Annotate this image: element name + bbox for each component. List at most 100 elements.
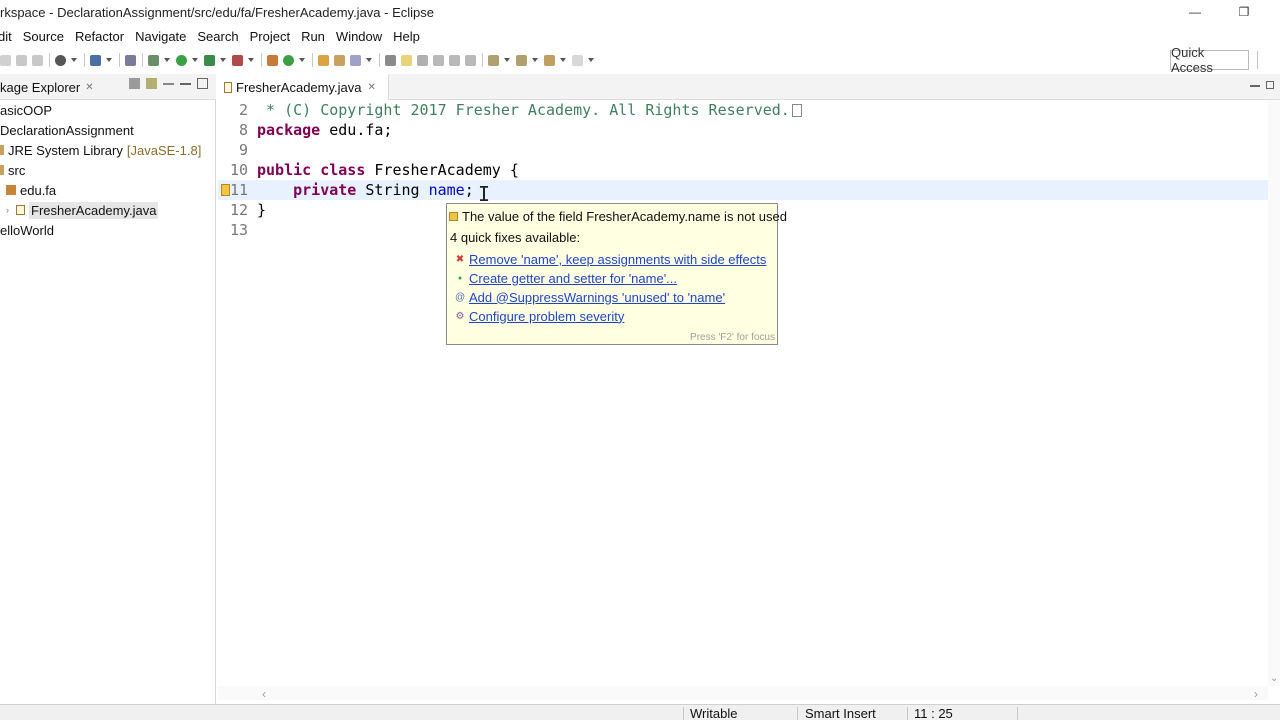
- tree-item-src[interactable]: src: [0, 160, 25, 180]
- open-task-icon[interactable]: [334, 54, 345, 66]
- code-fragment: String: [356, 181, 429, 199]
- quick-fix-link[interactable]: Create getter and setter for 'name'...: [469, 271, 677, 286]
- debug-perspective-icon[interactable]: [55, 54, 66, 66]
- chevron-down-icon[interactable]: [71, 58, 77, 62]
- menu-window[interactable]: Window: [336, 29, 382, 44]
- previous-annotation-icon[interactable]: [516, 54, 527, 66]
- new-java-project-icon[interactable]: [267, 54, 278, 66]
- quick-fix-link[interactable]: Remove 'name', keep assignments with sid…: [469, 252, 766, 267]
- maximize-view-icon[interactable]: [197, 78, 208, 89]
- maximize-icon[interactable]: [1266, 81, 1274, 89]
- link-with-editor-icon[interactable]: [146, 78, 157, 89]
- package-explorer-tab[interactable]: kage Explorer ✕: [0, 74, 94, 100]
- package-explorer-tabbar: kage Explorer ✕: [0, 74, 216, 100]
- tree-item-package[interactable]: edu.fa: [6, 180, 56, 200]
- quick-fix-suppress[interactable]: @ Add @SuppressWarnings 'unused' to 'nam…: [455, 288, 725, 306]
- scroll-right-icon[interactable]: ›: [1254, 687, 1258, 701]
- save-icon[interactable]: [16, 54, 27, 66]
- toolbar-separator: [49, 53, 50, 67]
- run-icon[interactable]: [176, 54, 187, 66]
- menu-run[interactable]: Run: [301, 29, 325, 44]
- chevron-down-icon[interactable]: [504, 58, 510, 62]
- coverage-icon[interactable]: [204, 54, 215, 66]
- tree-item-label: src: [8, 162, 26, 178]
- new-class-icon[interactable]: [283, 54, 294, 66]
- scroll-left-icon[interactable]: ‹: [262, 687, 266, 701]
- close-icon[interactable]: ✕: [367, 82, 375, 93]
- vertical-scrollbar[interactable]: ⌄: [1268, 100, 1280, 686]
- scroll-down-icon[interactable]: ⌄: [1270, 673, 1278, 684]
- title-bar: rkspace - DeclarationAssignment/src/edu/…: [0, 0, 1280, 26]
- terminal-icon[interactable]: [90, 54, 101, 66]
- chevron-down-icon[interactable]: [532, 58, 538, 62]
- close-icon[interactable]: ✕: [85, 82, 93, 93]
- minimize-icon[interactable]: [1250, 85, 1260, 87]
- method-icon: ●: [457, 274, 463, 282]
- mark-occurrences-icon[interactable]: [401, 54, 412, 66]
- minimize-button[interactable]: —: [1180, 2, 1210, 22]
- tree-item-java-file[interactable]: › FresherAcademy.java: [6, 200, 159, 220]
- menu-project[interactable]: Project: [250, 29, 290, 44]
- chevron-down-icon[interactable]: [299, 58, 305, 62]
- format-icon[interactable]: [465, 54, 476, 66]
- status-separator: [683, 707, 684, 720]
- warning-icon: [449, 211, 458, 221]
- chevron-down-icon[interactable]: [366, 58, 372, 62]
- quick-access-field[interactable]: Quick Access: [1170, 45, 1249, 75]
- forward-icon[interactable]: [572, 54, 583, 66]
- code-editor[interactable]: 2 * (C) Copyright 2017 Fresher Academy. …: [218, 100, 1268, 686]
- external-tools-icon[interactable]: [232, 54, 243, 66]
- tree-item-basicoop[interactable]: asicOOP: [0, 100, 52, 120]
- quick-fix-link[interactable]: Configure problem severity: [469, 309, 624, 324]
- quick-fix-remove[interactable]: ✖ Remove 'name', keep assignments with s…: [455, 250, 767, 268]
- expand-chevron-icon[interactable]: ›: [6, 205, 16, 215]
- code-text: * (C) Copyright 2017 Fresher Academy. Al…: [257, 101, 802, 119]
- line-number: 12: [229, 201, 248, 219]
- editor-tab-fresheracademy[interactable]: FresherAcademy.java ✕: [218, 74, 389, 100]
- restore-button[interactable]: ❐: [1229, 2, 1259, 22]
- view-menu-icon[interactable]: [163, 82, 174, 85]
- tree-item-jre-library[interactable]: JRE System Library [JavaSE-1.8]: [0, 140, 201, 160]
- tree-item-declarationassignment[interactable]: DeclarationAssignment: [0, 120, 134, 140]
- tree-item-helloworld[interactable]: elloWorld: [0, 220, 54, 240]
- save-all-icon[interactable]: [32, 54, 43, 66]
- collapse-all-icon[interactable]: [129, 78, 140, 89]
- search-icon[interactable]: [350, 54, 361, 66]
- word-wrap-icon[interactable]: [449, 54, 460, 66]
- chevron-down-icon[interactable]: [588, 58, 594, 62]
- chevron-down-icon[interactable]: [192, 58, 198, 62]
- java-file-icon: [16, 205, 25, 215]
- menu-help[interactable]: Help: [393, 29, 420, 44]
- menu-refactor[interactable]: Refactor: [75, 29, 124, 44]
- quick-fix-getter-setter[interactable]: ● Create getter and setter for 'name'...: [455, 269, 677, 287]
- tree-item-label: edu.fa: [20, 182, 57, 198]
- menu-source[interactable]: Source: [23, 29, 64, 44]
- chevron-down-icon[interactable]: [106, 58, 112, 62]
- minimize-view-icon[interactable]: [180, 82, 191, 85]
- horizontal-scrollbar[interactable]: ‹ ›: [218, 686, 1268, 701]
- chevron-down-icon[interactable]: [560, 58, 566, 62]
- menu-search[interactable]: Search: [197, 29, 238, 44]
- line-number: 10: [229, 161, 248, 179]
- menu-edit[interactable]: dit: [0, 29, 12, 44]
- skip-breakpoints-icon[interactable]: [125, 54, 136, 66]
- remove-icon: ✖: [455, 253, 465, 265]
- quick-fix-configure[interactable]: ⚙ Configure problem severity: [455, 307, 625, 325]
- open-type-icon[interactable]: [318, 54, 329, 66]
- editor-tabbar: FresherAcademy.java ✕: [218, 74, 1280, 100]
- next-annotation-icon[interactable]: [488, 54, 499, 66]
- menu-navigate[interactable]: Navigate: [135, 29, 186, 44]
- back-icon[interactable]: [544, 54, 555, 66]
- quick-fix-link[interactable]: Add @SuppressWarnings 'unused' to 'name': [469, 290, 725, 305]
- toggle-block-icon[interactable]: [417, 54, 428, 66]
- chevron-down-icon[interactable]: [248, 58, 254, 62]
- annotation-nav-icon[interactable]: [385, 54, 396, 66]
- debug-icon[interactable]: [148, 54, 159, 66]
- package-explorer-panel: kage Explorer ✕ asicOOP DeclarationAssig…: [0, 74, 216, 704]
- new-icon[interactable]: [0, 54, 11, 66]
- chevron-down-icon[interactable]: [164, 58, 170, 62]
- show-whitespace-icon[interactable]: [433, 54, 444, 66]
- tree-item-label: asicOOP: [0, 102, 53, 118]
- chevron-down-icon[interactable]: [220, 58, 226, 62]
- folded-comment-icon[interactable]: [791, 104, 802, 117]
